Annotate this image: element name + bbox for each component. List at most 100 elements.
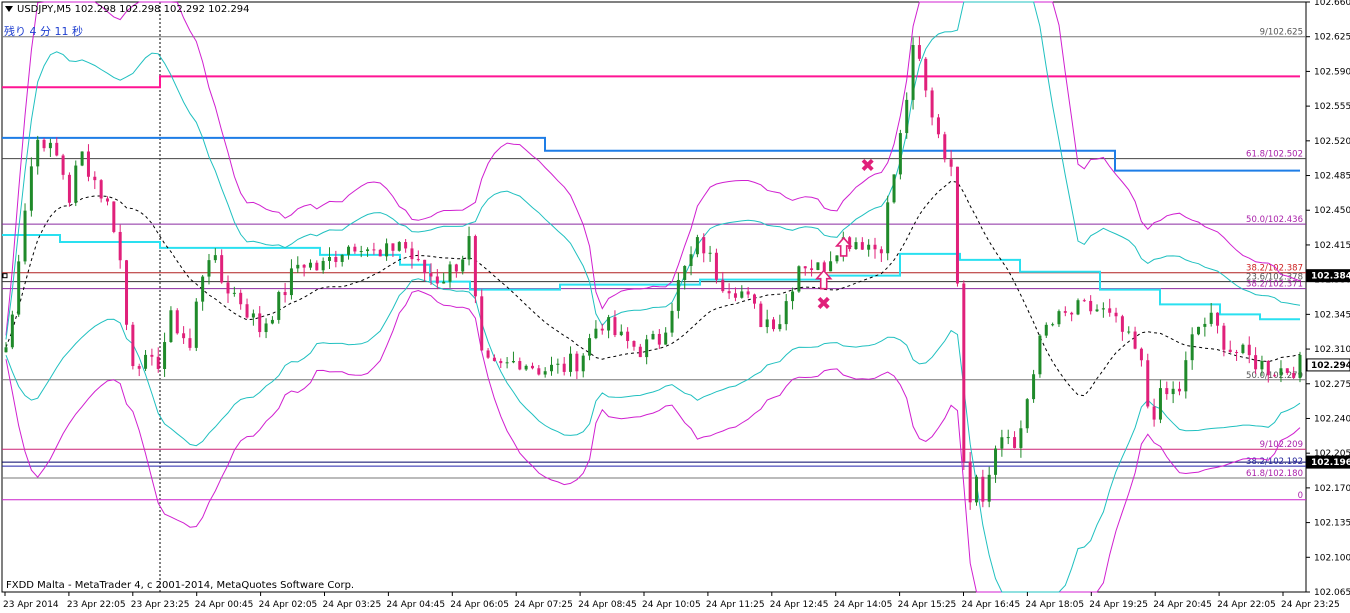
candle-body <box>175 310 179 334</box>
price-chart[interactable]: 9/102.625 61.8/102.502 50.0/102.436 38.2/10… <box>0 0 1350 613</box>
y-tick-label: 102.100 <box>1314 553 1350 563</box>
candle-body <box>759 303 763 328</box>
candle-body <box>1089 300 1093 312</box>
candle-body <box>315 262 319 271</box>
candle-body <box>10 314 14 348</box>
y-tick-label: 102.450 <box>1314 206 1350 216</box>
x-tick-label: 23 Apr 23:25 <box>131 600 190 610</box>
candle-body <box>1133 331 1137 349</box>
x-tick-label: 24 Apr 14:05 <box>834 600 893 610</box>
chart-window[interactable]: 9/102.625 61.8/102.502 50.0/102.436 38.2/10… <box>0 0 1350 613</box>
candle-body <box>289 268 293 296</box>
candle-body <box>359 251 363 253</box>
candle-body <box>981 476 985 502</box>
candle-body <box>321 260 325 271</box>
candle-body <box>467 236 471 260</box>
candle-body <box>810 268 814 271</box>
x-tick-label: 24 Apr 07:25 <box>514 600 573 610</box>
candle-body <box>86 151 90 177</box>
candle-body <box>55 142 59 156</box>
candle-body <box>258 313 262 333</box>
dropdown-triangle-icon[interactable] <box>5 6 13 12</box>
candle-body <box>537 368 541 375</box>
candle-body <box>1241 344 1245 354</box>
x-tick-label: 24 Apr 18:05 <box>1025 600 1084 610</box>
candle-body <box>975 476 978 503</box>
candle-body <box>29 166 33 211</box>
candle-body <box>226 282 230 294</box>
candle-body <box>1216 312 1220 326</box>
candle-body <box>1184 360 1188 392</box>
candle-body <box>410 248 414 260</box>
candle-body <box>936 117 940 135</box>
candle-body <box>366 249 370 252</box>
candle-body <box>822 262 826 272</box>
fib-label: 9/102.209 <box>1260 440 1303 450</box>
copyright-text: FXDD Malta - MetaTrader 4, c 2001-2014, … <box>6 580 355 591</box>
candle-body <box>854 242 858 250</box>
candle-body <box>626 331 630 342</box>
candle-body <box>1063 311 1067 313</box>
candle-body <box>156 356 160 369</box>
symbol-header: USDJPY,M5 102.298 102.298 102.292 102.29… <box>5 4 250 15</box>
symbol-quote-line: USDJPY,M5 102.298 102.298 102.292 102.29… <box>17 4 250 15</box>
candle-body <box>435 276 439 284</box>
x-tick-label: 24 Apr 15:25 <box>898 600 957 610</box>
candle-body <box>302 264 306 268</box>
x-tick-label: 24 Apr 19:25 <box>1089 600 1148 610</box>
candle-body <box>873 244 877 250</box>
fib-label: 38.2/102.371 <box>1246 280 1303 290</box>
candle-body <box>144 354 148 369</box>
candle-body <box>416 259 420 261</box>
candle-body <box>943 134 947 160</box>
candle-body <box>600 328 604 331</box>
candle-body <box>1190 334 1194 361</box>
y-tick-label: 102.485 <box>1314 172 1350 182</box>
x-tick-label: 24 Apr 08:45 <box>578 600 637 610</box>
y-tick-label: 102.240 <box>1314 414 1350 424</box>
candle-body <box>1177 388 1181 392</box>
candle-body <box>778 324 782 330</box>
fib-label: 0 <box>1298 491 1303 501</box>
candle-body <box>505 362 509 364</box>
candle-body <box>911 45 915 100</box>
candle-body <box>48 142 52 149</box>
candle-body <box>486 350 490 358</box>
candle-body <box>1108 308 1112 313</box>
candle-body <box>695 237 699 255</box>
candle-body <box>1025 399 1029 429</box>
candle-body <box>1209 312 1213 324</box>
x-tick-label: 24 Apr 04:45 <box>386 600 445 610</box>
candle-body <box>340 254 344 262</box>
candle-body <box>607 317 611 331</box>
candle-body <box>220 255 224 283</box>
candle-body <box>1076 300 1080 315</box>
candle-body <box>1070 312 1074 315</box>
candle-body <box>251 313 255 318</box>
candle-body <box>987 474 991 502</box>
candle-body <box>1254 355 1258 370</box>
candle-body <box>207 260 211 277</box>
y-tick-label: 102.520 <box>1314 137 1350 147</box>
candle-body <box>962 283 966 462</box>
cross-marker: ✖ <box>816 293 831 314</box>
candle-body <box>473 236 477 297</box>
candle-body <box>1228 349 1232 353</box>
candle-body <box>61 155 65 175</box>
candle-body <box>1000 437 1004 449</box>
candle-body <box>930 90 934 118</box>
candle-body <box>1082 300 1086 302</box>
candle-body <box>1247 344 1251 356</box>
y-tick-label: 102.310 <box>1314 345 1350 355</box>
candle-body <box>1158 388 1162 420</box>
candle-body <box>518 361 522 370</box>
candle-body <box>721 279 725 292</box>
y-tick-label: 102.590 <box>1314 67 1350 77</box>
candle-body <box>1197 326 1201 335</box>
candle-body <box>429 273 433 277</box>
candle-body <box>334 256 338 262</box>
level-handle[interactable] <box>2 273 8 279</box>
candle-body <box>594 328 598 339</box>
y-tick-label: 102.135 <box>1314 519 1350 529</box>
candle-body <box>892 174 896 203</box>
